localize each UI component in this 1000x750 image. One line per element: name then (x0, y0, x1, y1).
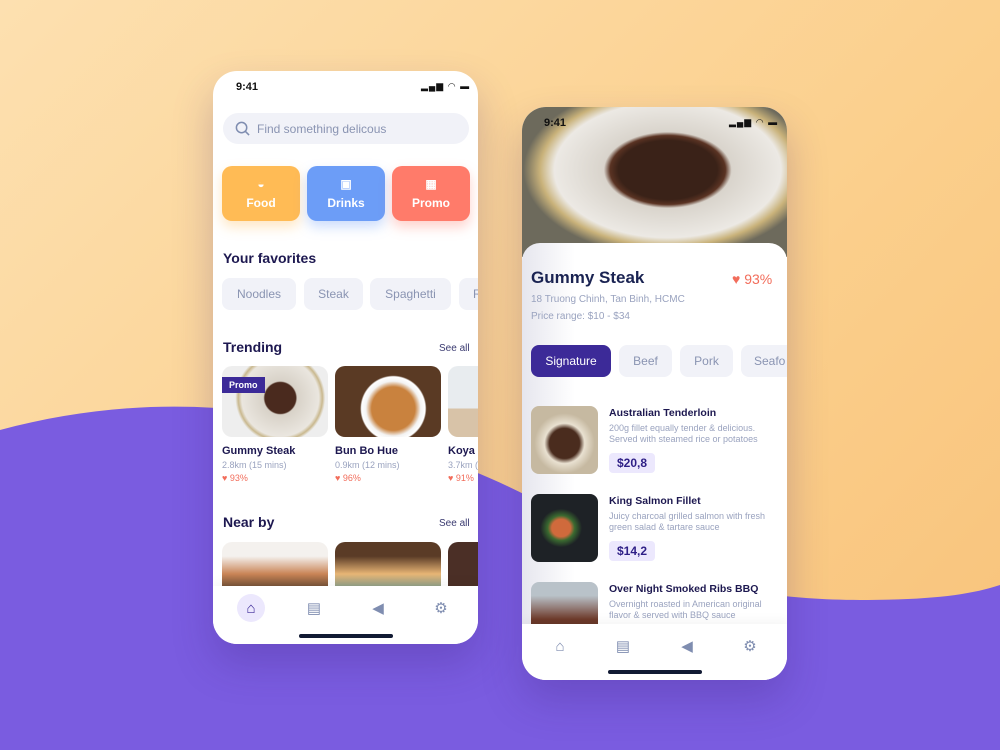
category-drinks[interactable]: ▣ Drinks (307, 166, 385, 221)
trending-card[interactable]: Bun Bo Hue 0.9km (12 mins) ♥ 96% (335, 366, 441, 483)
trending-card[interactable]: Promo Gummy Steak 2.8km (15 mins) ♥ 93% (222, 366, 328, 483)
bottom-nav: ⌂ ▤ ◀ ⚙ (213, 586, 478, 644)
restaurant-name: Gummy Steak (531, 268, 645, 287)
restaurant-rating: ♥ 93% (732, 271, 773, 287)
home-screen: 9:41 ▂▄▆ ◠ ▬ Find something delicous ◒ Fo… (213, 71, 478, 644)
tab-seafood[interactable]: Seafo (741, 345, 787, 377)
item-title[interactable]: Over Night Smoked Ribs BBQ (609, 583, 758, 595)
status-time: 9:41 (236, 81, 259, 93)
hero-image (522, 107, 787, 257)
card-distance: 2.8km (15 mins) (222, 460, 287, 470)
nearby-see-all[interactable]: See all (439, 518, 470, 529)
item-title[interactable]: Australian Tenderloin (609, 407, 716, 419)
home-indicator (608, 670, 702, 674)
item-price: $14,2 (609, 541, 656, 561)
favorite-chip[interactable]: Steak (304, 278, 363, 310)
card-rating: ♥ 93% (222, 473, 248, 483)
category-promo[interactable]: ▦ Promo (392, 166, 470, 221)
status-time: 9:41 (544, 117, 567, 129)
tab-pork[interactable]: Pork (680, 345, 733, 377)
category-label: Food (246, 196, 276, 210)
receipt-icon[interactable]: ▤ (609, 632, 637, 660)
item-description: 200g fillet equally tender & delicious. … (609, 423, 758, 444)
megaphone-icon[interactable]: ◀ (673, 632, 701, 660)
favorite-chip[interactable]: R (459, 278, 478, 310)
item-title[interactable]: King Salmon Fillet (609, 495, 701, 507)
status-icons: ▂▄▆ ◠ ▬ (421, 81, 471, 91)
card-title: Gummy Steak (222, 445, 296, 457)
nearby-title: Near by (223, 514, 275, 530)
restaurant-detail-screen: 9:41 ▂▄▆ ◠ ▬ Gummy Steak ♥ 93% 18 Truong… (522, 107, 787, 680)
favorite-chip[interactable]: Noodles (222, 278, 296, 310)
heart-icon: ♥ (222, 473, 230, 483)
dish-image[interactable] (531, 494, 598, 562)
card-rating: ♥ 96% (335, 473, 361, 483)
tab-beef[interactable]: Beef (619, 345, 672, 377)
trending-card[interactable]: Koya 3.7km ( ♥ 91% (448, 366, 478, 483)
item-description: Overnight roasted in American original f… (609, 599, 762, 620)
card-distance: 0.9km (12 mins) (335, 460, 400, 470)
category-food[interactable]: ◒ Food (222, 166, 300, 221)
trending-see-all[interactable]: See all (439, 343, 470, 354)
tab-signature[interactable]: Signature (531, 345, 611, 377)
bowl-icon: ◒ (257, 177, 265, 191)
dish-image (335, 366, 441, 437)
search-input[interactable]: Find something delicous (223, 113, 469, 144)
item-description: Juicy charcoal grilled salmon with fresh… (609, 511, 766, 532)
card-title: Bun Bo Hue (335, 445, 398, 457)
price-range: Price range: $10 - $34 (531, 311, 630, 322)
promo-badge: Promo (222, 377, 265, 393)
dish-image (448, 366, 478, 437)
favorites-title: Your favorites (223, 250, 317, 266)
background-wave (0, 406, 1000, 750)
favorite-chip[interactable]: Spaghetti (370, 278, 451, 310)
gear-icon[interactable]: ⚙ (736, 632, 764, 660)
ticket-icon: ▦ (425, 177, 437, 191)
card-distance: 3.7km ( (448, 460, 478, 470)
item-price: $20,8 (609, 453, 656, 473)
gear-icon[interactable]: ⚙ (427, 594, 455, 622)
home-icon[interactable]: ⌂ (237, 594, 265, 622)
cup-icon: ▣ (340, 177, 352, 191)
status-icons: ▂▄▆ ◠ ▬ (729, 117, 779, 127)
bottom-nav: ⌂ ▤ ◀ ⚙ (522, 624, 787, 680)
search-icon (235, 121, 250, 136)
trending-title: Trending (223, 339, 283, 355)
category-label: Promo (411, 196, 450, 210)
heart-icon: ♥ (732, 271, 741, 287)
heart-icon: ♥ (335, 473, 343, 483)
heart-icon: ♥ (448, 473, 456, 483)
card-title: Koya (448, 445, 475, 457)
search-placeholder: Find something delicous (257, 121, 387, 136)
category-label: Drinks (327, 196, 365, 210)
home-indicator (299, 634, 393, 638)
dish-image[interactable] (531, 406, 598, 474)
home-icon[interactable]: ⌂ (546, 632, 574, 660)
megaphone-icon[interactable]: ◀ (364, 594, 392, 622)
card-rating: ♥ 91% (448, 473, 474, 483)
restaurant-address: 18 Truong Chinh, Tan Binh, HCMC (531, 294, 685, 305)
receipt-icon[interactable]: ▤ (300, 594, 328, 622)
